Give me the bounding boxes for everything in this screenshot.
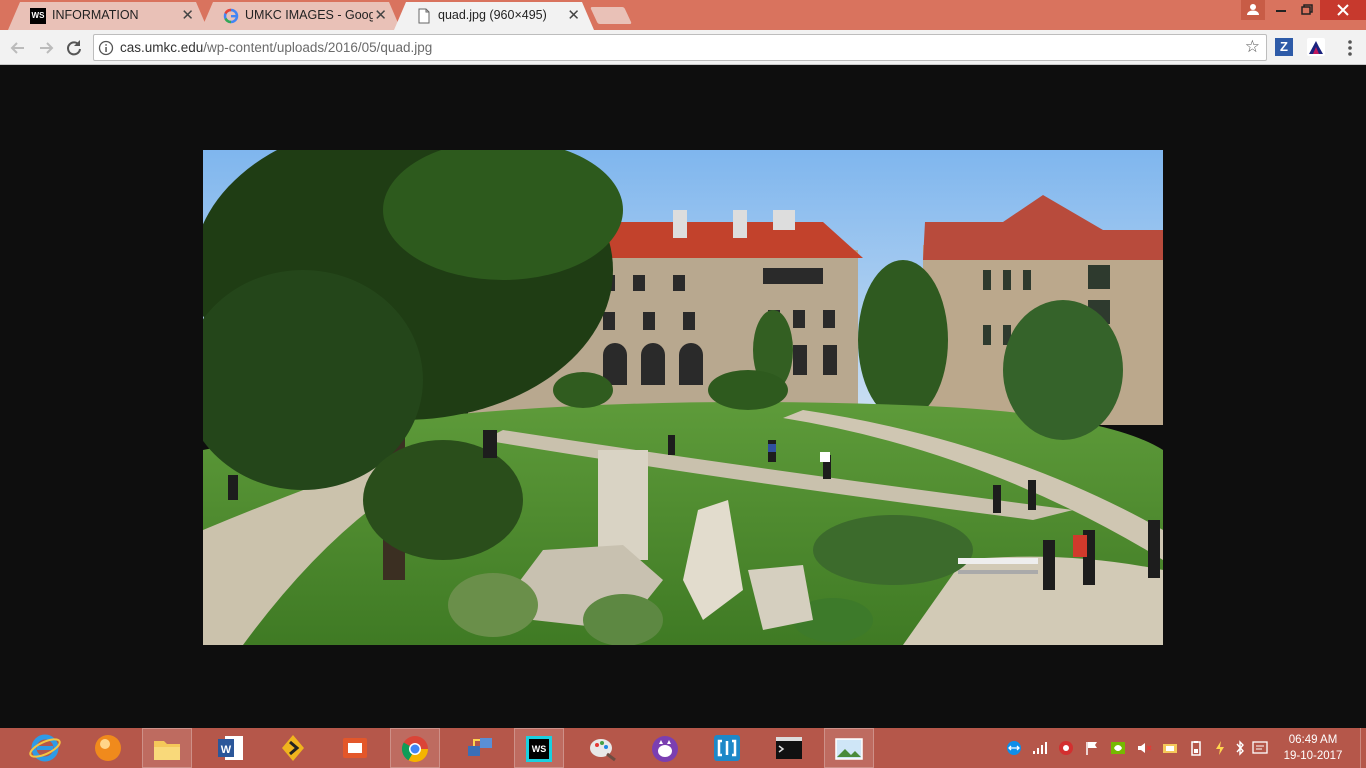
- pdf-icon[interactable]: [330, 728, 380, 768]
- battery-icon[interactable]: [1188, 740, 1204, 756]
- network-icon[interactable]: [455, 728, 505, 768]
- teamviewer-icon[interactable]: [1006, 740, 1022, 756]
- word-icon[interactable]: W: [206, 728, 256, 768]
- vlc-icon[interactable]: [83, 728, 133, 768]
- tab-label: UMKC IMAGES - Google: [245, 8, 373, 22]
- svg-text:W: W: [221, 744, 232, 756]
- windows-taskbar: W WS 06:49 AM 19-10-2017: [0, 728, 1366, 768]
- winamp-icon[interactable]: [268, 728, 318, 768]
- internet-explorer-icon[interactable]: [20, 728, 70, 768]
- system-tray: [1004, 728, 1269, 768]
- restore-button[interactable]: [1294, 0, 1320, 20]
- reload-button[interactable]: [63, 37, 85, 59]
- url-host: cas.umkc.edu: [120, 40, 204, 55]
- browser-titlebar: WS INFORMATION ✕ UMKC IMAGES - Google ✕ …: [0, 0, 1366, 30]
- antivirus-icon[interactable]: [1058, 740, 1074, 756]
- tab-information[interactable]: WS INFORMATION ✕: [8, 2, 208, 30]
- url-text[interactable]: cas.umkc.edu/wp-content/uploads/2016/05/…: [120, 40, 432, 55]
- volume-muted-icon[interactable]: [1136, 740, 1152, 756]
- bookmark-star-icon[interactable]: ☆: [1245, 37, 1260, 57]
- show-desktop-button[interactable]: [1360, 728, 1366, 768]
- power-plug-icon[interactable]: [1212, 740, 1228, 756]
- tab-label: INFORMATION: [52, 8, 139, 22]
- close-icon[interactable]: ✕: [567, 6, 580, 24]
- cmd-icon[interactable]: [764, 728, 814, 768]
- drive-icon[interactable]: [1162, 740, 1178, 756]
- paint-icon[interactable]: [578, 728, 628, 768]
- url-path: /wp-content/uploads/2016/05/quad.jpg: [203, 40, 433, 55]
- tab-umkc-images[interactable]: UMKC IMAGES - Google ✕: [201, 2, 401, 30]
- close-icon[interactable]: ✕: [374, 6, 387, 24]
- clock-time: 06:49 AM: [1288, 734, 1338, 746]
- address-bar[interactable]: cas.umkc.edu/wp-content/uploads/2016/05/…: [93, 34, 1267, 61]
- clock-date: 19-10-2017: [1283, 750, 1343, 762]
- chrome-icon[interactable]: [390, 728, 440, 768]
- forward-button[interactable]: [35, 37, 57, 59]
- file-explorer-icon[interactable]: [142, 728, 192, 768]
- system-clock[interactable]: 06:49 AM 19-10-2017: [1278, 732, 1348, 764]
- close-icon[interactable]: ✕: [181, 6, 194, 24]
- webstorm-icon: WS: [30, 8, 46, 24]
- bluetooth-icon[interactable]: [1232, 740, 1248, 756]
- campus-quad-photo[interactable]: [203, 150, 1163, 645]
- tab-quad-jpg[interactable]: quad.jpg (960×495) ✕: [394, 2, 594, 30]
- photos-icon[interactable]: [824, 728, 874, 768]
- nvidia-icon[interactable]: [1110, 740, 1126, 756]
- signal-icon[interactable]: [1032, 740, 1048, 756]
- svg-text:WS: WS: [532, 744, 547, 754]
- browser-toolbar: cas.umkc.edu/wp-content/uploads/2016/05/…: [0, 30, 1366, 65]
- zotero-icon[interactable]: Z: [1275, 38, 1293, 56]
- close-window-button[interactable]: [1320, 0, 1366, 20]
- action-center-icon[interactable]: [1252, 740, 1268, 756]
- cat-icon[interactable]: [640, 728, 690, 768]
- minimize-button[interactable]: [1268, 0, 1294, 20]
- image-viewer: [0, 66, 1366, 728]
- webstorm-icon[interactable]: WS: [514, 728, 564, 768]
- info-icon[interactable]: [98, 40, 114, 61]
- bracket-icon[interactable]: [702, 728, 752, 768]
- tampermonkey-icon[interactable]: [1307, 38, 1325, 56]
- back-button[interactable]: [7, 37, 29, 59]
- browser-menu-icon[interactable]: [1341, 38, 1359, 58]
- document-icon: [416, 8, 432, 24]
- user-profile-button[interactable]: [1241, 0, 1265, 20]
- tab-label: quad.jpg (960×495): [438, 8, 547, 22]
- new-tab-button[interactable]: [590, 7, 632, 24]
- flag-icon[interactable]: [1084, 740, 1100, 756]
- google-icon: [223, 8, 239, 24]
